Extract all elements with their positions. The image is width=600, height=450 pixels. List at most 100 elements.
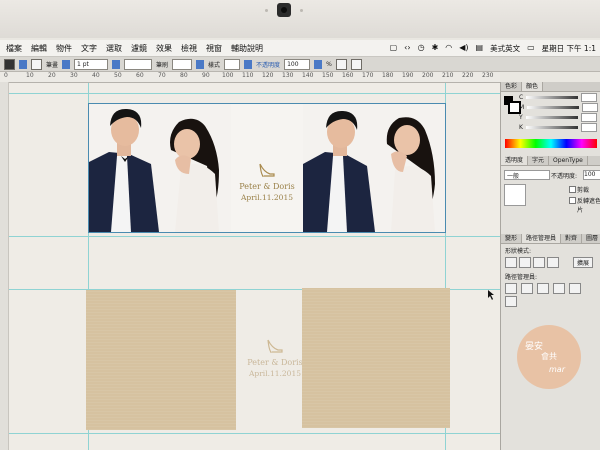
ruler-tick: 210 (442, 72, 454, 79)
style-dropdown[interactable] (244, 59, 253, 69)
slider-black[interactable]: K (501, 122, 600, 132)
tab-character[interactable]: 字元 (528, 156, 550, 165)
bluetooth-icon[interactable]: ✱ (432, 40, 439, 56)
stroke-swatch[interactable] (31, 58, 42, 70)
outline-button[interactable] (568, 283, 581, 294)
dropbox-icon[interactable]: ▢ (390, 40, 398, 56)
clock-icon[interactable]: ◷ (418, 40, 425, 56)
slider-value-field[interactable] (580, 112, 597, 122)
menu-type[interactable]: 文字 (81, 43, 97, 54)
guide-line[interactable] (9, 93, 500, 94)
back-panel-right[interactable] (302, 288, 450, 428)
ruler-tick: 130 (282, 72, 294, 79)
brush-label: 筆刷 (156, 61, 169, 69)
webcam (277, 3, 291, 17)
invert-mask-checkbox[interactable] (569, 197, 576, 204)
style-field[interactable] (224, 58, 241, 70)
menu-object[interactable]: 物件 (56, 43, 72, 54)
ruler-tick: 220 (462, 72, 474, 79)
couple-photo-left[interactable] (89, 104, 231, 232)
slider-magenta[interactable]: M (501, 102, 600, 112)
pathfinder-panel: 形狀模式: 擴展 路徑管理員: (501, 244, 600, 311)
fill-dropdown[interactable] (19, 59, 27, 69)
tab-color-guide[interactable]: 色彩 (501, 82, 523, 91)
menu-select[interactable]: 選取 (106, 43, 122, 54)
tab-transform[interactable]: 變形 (501, 234, 523, 243)
fill-swatch[interactable] (4, 58, 15, 70)
laptop-bezel (0, 0, 600, 38)
slider-track[interactable] (526, 95, 579, 99)
input-source[interactable]: 美式英文 (490, 43, 520, 54)
brush-dropdown[interactable] (196, 59, 205, 69)
color-spectrum[interactable] (505, 139, 597, 148)
minus-front-button[interactable] (519, 257, 531, 268)
menu-effect[interactable]: 效果 (156, 43, 172, 54)
slider-track[interactable] (527, 105, 580, 109)
battery-icon[interactable]: ▭ (527, 40, 535, 56)
expand-button[interactable]: 擴展 (573, 257, 594, 268)
divide-button[interactable] (505, 283, 517, 294)
ruler-tick: 0 (4, 72, 8, 79)
slider-track[interactable] (525, 125, 578, 129)
crop-button[interactable] (552, 283, 565, 294)
variable-width-field[interactable] (124, 58, 153, 70)
clip-checkbox[interactable] (569, 186, 576, 193)
ruler-tick: 50 (114, 72, 122, 79)
ruler-tick: 160 (342, 72, 354, 79)
slider-cyan[interactable]: C (501, 92, 600, 102)
opacity-label[interactable]: 不透明度 (256, 60, 280, 69)
volume-icon[interactable]: ◀) (459, 40, 468, 56)
stroke-weight-dropdown[interactable] (112, 59, 121, 69)
menu-window[interactable]: 視窗 (206, 43, 222, 54)
artboard-canvas[interactable]: Peter & Doris April.11.2015 Peter & Dori… (9, 83, 500, 450)
tab-color[interactable]: 顏色 (522, 82, 544, 91)
slider-track[interactable] (525, 115, 578, 119)
trim-button[interactable] (520, 283, 533, 294)
tab-layers[interactable]: 圖層 (582, 234, 600, 243)
tab-transparency[interactable]: 透明度 (501, 156, 529, 165)
menu-filter[interactable]: 濾鏡 (131, 43, 147, 54)
exclude-button[interactable] (547, 257, 559, 268)
control-bar: 筆畫 1 pt 筆刷 樣式 不透明度 100 % (0, 57, 600, 72)
flag-icon[interactable]: ▤ (476, 40, 484, 56)
guide-line[interactable] (9, 236, 500, 237)
tab-align[interactable]: 對齊 (561, 234, 583, 243)
pathfinder-panel-tabs: 變形 路徑管理員 對齊 圖層 (501, 234, 600, 244)
menu-list: 檔案 編輯 物件 文字 選取 濾鏡 效果 檢視 視窗 輔助說明 (0, 43, 263, 54)
slider-yellow[interactable]: Y (501, 112, 600, 122)
slider-value-field[interactable] (580, 122, 597, 132)
tab-pathfinder[interactable]: 路徑管理員 (522, 234, 562, 243)
slider-value-field[interactable] (581, 92, 598, 102)
merge-button[interactable] (536, 283, 549, 294)
code-icon[interactable]: ‹› (404, 40, 410, 56)
back-panel-left[interactable] (86, 290, 236, 430)
minus-back-button[interactable] (505, 296, 517, 307)
menu-help[interactable]: 輔助說明 (231, 43, 263, 54)
menu-edit[interactable]: 編輯 (31, 43, 47, 54)
recolor-icon[interactable] (335, 58, 347, 70)
guide-line[interactable] (9, 433, 500, 434)
unite-button[interactable] (505, 257, 517, 268)
opacity-dropdown[interactable] (314, 59, 323, 69)
photo-strip-selection[interactable]: Peter & Doris April.11.2015 (88, 103, 446, 233)
color-panel: C M Y K (501, 92, 600, 136)
channel-label: Y (519, 113, 523, 121)
blend-mode-select[interactable]: 一般 (504, 170, 550, 180)
opacity-field[interactable]: 100 (583, 170, 600, 180)
tab-opentype[interactable]: OpenType (549, 156, 588, 165)
title-block-top[interactable]: Peter & Doris April.11.2015 (227, 162, 307, 202)
menu-file[interactable]: 檔案 (6, 43, 22, 54)
menubar-clock[interactable]: 星期日 下午 1:1 (542, 43, 596, 54)
opacity-field[interactable]: 100 (284, 58, 311, 70)
align-icon[interactable] (350, 58, 362, 70)
couple-photo-right[interactable] (303, 104, 445, 232)
slider-value-field[interactable] (582, 102, 599, 112)
pathfinders-label: 路徑管理員: (505, 274, 538, 281)
stroke-stepper[interactable] (62, 59, 71, 69)
wifi-icon[interactable]: ◠ (445, 40, 452, 56)
brush-field[interactable] (172, 58, 193, 70)
intersect-button[interactable] (533, 257, 545, 268)
style-label: 樣式 (208, 61, 221, 69)
stroke-weight-field[interactable]: 1 pt (74, 58, 109, 70)
menu-view[interactable]: 檢視 (181, 43, 197, 54)
